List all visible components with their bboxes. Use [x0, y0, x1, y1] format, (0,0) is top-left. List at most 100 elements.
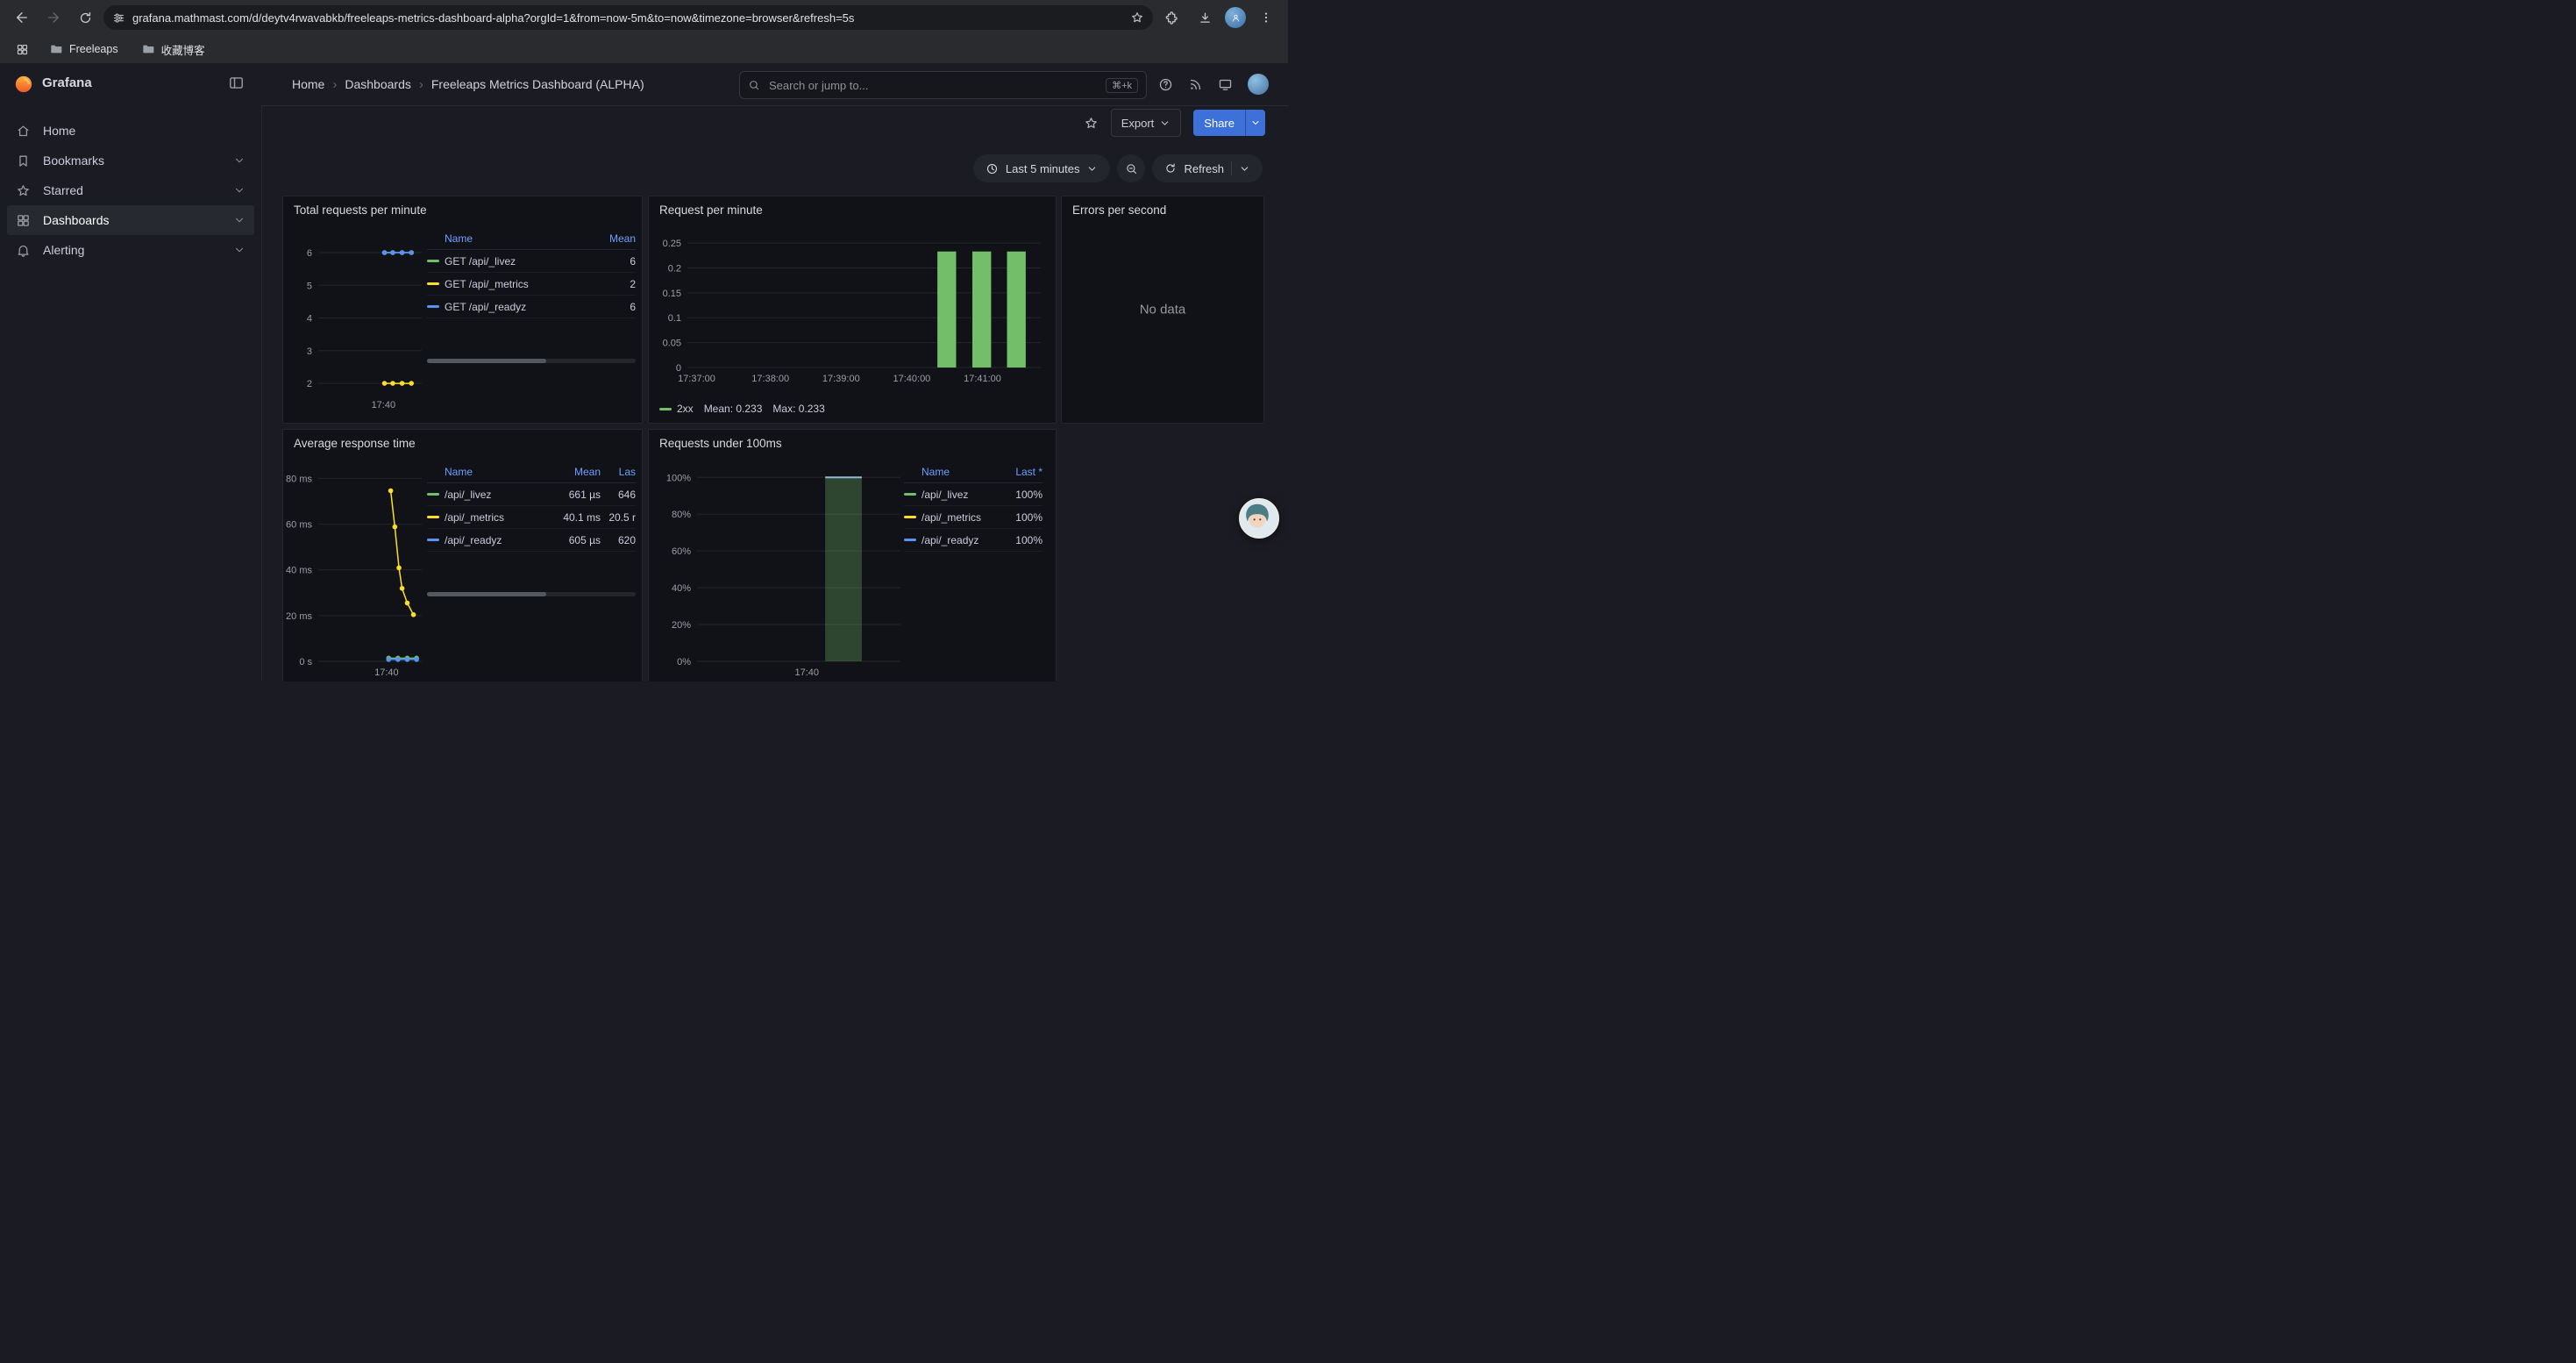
sidebar: Home Bookmarks Starred Dashboards Alerti… [0, 105, 262, 682]
share-menu-caret[interactable] [1245, 110, 1265, 136]
breadcrumb-home[interactable]: Home [292, 77, 324, 91]
chevron-down-icon[interactable] [233, 244, 246, 256]
series-color-dash [427, 539, 439, 541]
refresh-button[interactable]: Refresh [1152, 154, 1263, 182]
chevron-down-icon[interactable] [233, 214, 246, 226]
sidebar-item-label: Bookmarks [43, 153, 104, 168]
apps-grid-icon[interactable] [11, 38, 33, 61]
star-icon [16, 183, 31, 198]
news-rss-icon[interactable] [1188, 77, 1203, 92]
forward-icon[interactable] [40, 4, 67, 31]
legend-col-name[interactable]: Name [427, 466, 546, 478]
menu-kebab-icon[interactable] [1253, 4, 1279, 31]
bookmark-folder-freeleaps[interactable]: Freeleaps [42, 39, 125, 59]
legend-row: /api/_livez 661 µs 646 [427, 483, 636, 506]
time-range-picker[interactable]: Last 5 minutes [973, 154, 1111, 182]
help-icon[interactable] [1158, 77, 1173, 92]
bookmarks-bar: Freeleaps 收藏博客 [0, 35, 1288, 64]
chevron-down-icon[interactable] [233, 154, 246, 167]
series-name[interactable]: GET /api/_metrics [445, 278, 588, 290]
sidebar-item-home[interactable]: Home [7, 116, 254, 146]
series-name[interactable]: GET /api/_livez [445, 255, 588, 268]
share-label: Share [1204, 117, 1235, 130]
sidebar-item-starred[interactable]: Starred [7, 175, 254, 205]
legend-col-name[interactable]: Name [904, 466, 1000, 478]
sidebar-toggle-icon[interactable] [228, 75, 245, 91]
svg-text:4: 4 [307, 314, 312, 325]
series-name[interactable]: GET /api/_readyz [445, 301, 588, 313]
chevron-down-icon[interactable] [1239, 163, 1250, 175]
sidebar-item-dashboards[interactable]: Dashboards [7, 205, 254, 235]
header-icons [1158, 63, 1269, 105]
downloads-icon[interactable] [1192, 4, 1218, 31]
series-mean: 6 [588, 255, 636, 268]
floating-avatar[interactable] [1239, 498, 1279, 539]
sidebar-item-alerting[interactable]: Alerting [7, 235, 254, 265]
bookmark-star-icon[interactable] [1130, 11, 1144, 25]
series-legend-item[interactable]: 2xx [659, 403, 694, 415]
panel-errors-per-second: Errors per second No data [1061, 196, 1264, 424]
series-max: Max: 0.233 [772, 403, 824, 415]
legend-col-last[interactable]: Las [601, 466, 636, 478]
svg-text:17:37:00: 17:37:00 [678, 374, 715, 384]
export-button[interactable]: Export [1111, 109, 1182, 137]
breadcrumb: Home › Dashboards › Freeleaps Metrics Da… [292, 63, 644, 105]
back-icon[interactable] [9, 4, 35, 31]
series-last: 20.5 r [601, 511, 636, 524]
url-bar[interactable]: grafana.mathmast.com/d/deytv4rwavabkb/fr… [103, 5, 1153, 30]
series-color-dash [427, 282, 439, 285]
svg-text:5: 5 [307, 281, 312, 291]
legend-col-mean[interactable]: Mean [546, 466, 601, 478]
svg-text:20%: 20% [672, 620, 691, 631]
search-box[interactable]: ⌘+k [739, 71, 1147, 99]
share-button[interactable]: Share [1193, 110, 1245, 136]
user-avatar[interactable] [1248, 74, 1269, 95]
search-input[interactable] [767, 78, 1099, 93]
svg-text:0.25: 0.25 [663, 239, 681, 249]
bookmark-folder-blogs[interactable]: 收藏博客 [134, 39, 212, 61]
series-name[interactable]: /api/_metrics [922, 511, 1000, 524]
series-color-dash [427, 516, 439, 518]
refresh-label: Refresh [1184, 162, 1224, 175]
tune-icon[interactable] [112, 11, 125, 25]
share-button-group: Share [1193, 110, 1265, 136]
legend-col-mean[interactable]: Mean [588, 232, 636, 245]
grafana-logo[interactable] [14, 75, 33, 94]
svg-text:6: 6 [307, 248, 312, 259]
bookmark-icon [16, 153, 31, 168]
time-range-label: Last 5 minutes [1006, 162, 1080, 175]
monitor-icon[interactable] [1218, 77, 1233, 92]
dashboard-toolbar: Export Share [1084, 110, 1265, 136]
no-data-message: No data [1140, 303, 1186, 318]
breadcrumb-dashboards[interactable]: Dashboards [345, 77, 411, 91]
profile-avatar[interactable] [1225, 7, 1246, 28]
bell-icon [16, 243, 31, 258]
legend-row: /api/_livez 100% [904, 483, 1042, 506]
chevron-down-icon[interactable] [233, 184, 246, 196]
sidebar-item-bookmarks[interactable]: Bookmarks [7, 146, 254, 175]
svg-text:0.1: 0.1 [668, 313, 681, 324]
series-name[interactable]: /api/_livez [922, 489, 1000, 501]
sidebar-item-label: Alerting [43, 243, 84, 257]
series-last: 100% [1000, 511, 1042, 524]
zoom-out-button[interactable] [1117, 154, 1145, 182]
series-last: 620 [601, 534, 636, 546]
series-name[interactable]: /api/_readyz [445, 534, 546, 546]
reload-icon[interactable] [72, 4, 98, 31]
home-icon [16, 124, 31, 139]
panel-title[interactable]: Errors per second [1062, 196, 1263, 230]
legend-col-name[interactable]: Name [427, 232, 588, 245]
series-color-dash [427, 493, 439, 496]
export-label: Export [1121, 117, 1155, 130]
legend-scrollbar[interactable] [427, 592, 636, 596]
series-name[interactable]: /api/_metrics [445, 511, 546, 524]
svg-text:0.2: 0.2 [668, 263, 681, 274]
series-name[interactable]: /api/_readyz [922, 534, 1000, 546]
favorite-star-icon[interactable] [1084, 116, 1099, 131]
legend-row: GET /api/_readyz 6 [427, 296, 636, 318]
svg-text:17:41:00: 17:41:00 [964, 374, 1001, 384]
legend-col-last[interactable]: Last * [1000, 466, 1042, 478]
extensions-icon[interactable] [1158, 4, 1185, 31]
legend-scrollbar[interactable] [427, 359, 636, 363]
series-name[interactable]: /api/_livez [445, 489, 546, 501]
